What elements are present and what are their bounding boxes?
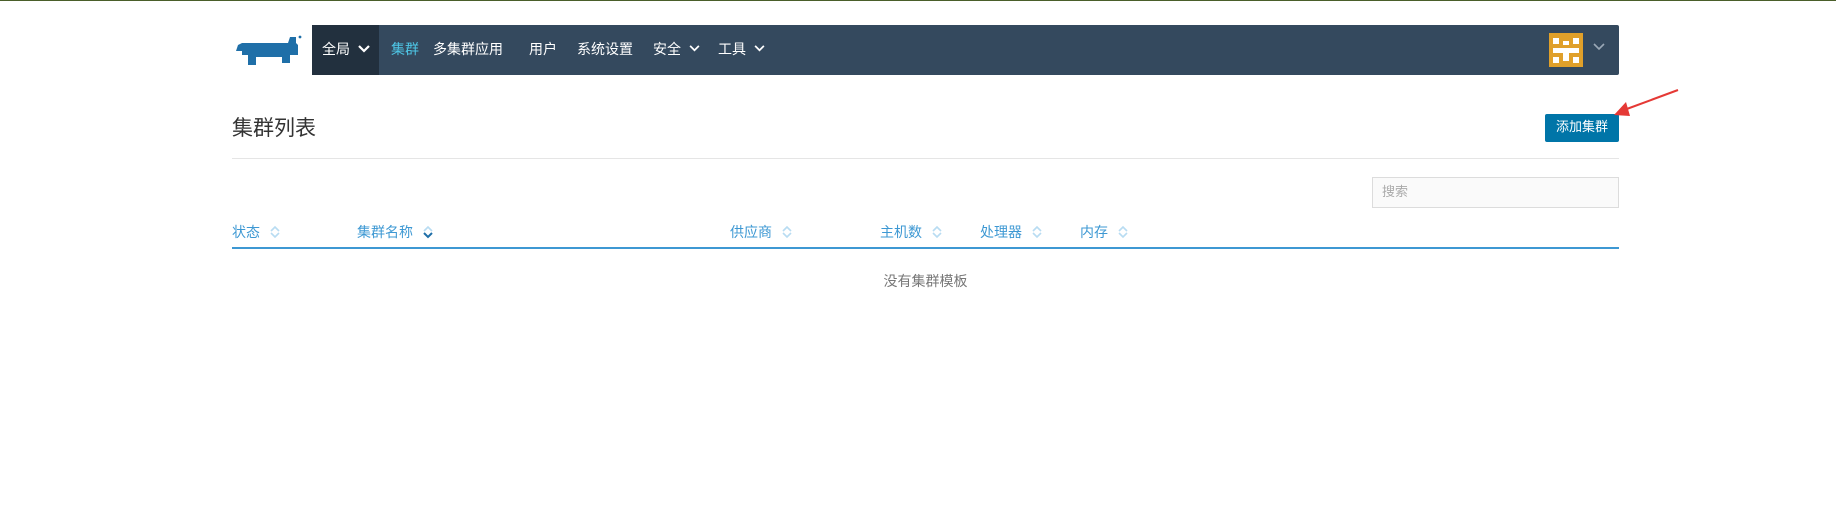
empty-table-message: 没有集群模板: [883, 274, 968, 290]
column-header-label: 集群名称: [357, 225, 413, 241]
chevron-down-icon: [358, 44, 371, 53]
column-header-label: 状态: [232, 225, 260, 241]
chevron-down-icon: [689, 45, 700, 52]
column-header-label: 内存: [1080, 225, 1108, 241]
sort-icon: [782, 225, 793, 239]
nav-item-label: 集群: [391, 42, 419, 58]
column-header-label: 主机数: [880, 225, 922, 241]
column-header-nodes[interactable]: 主机数: [880, 222, 943, 242]
column-header-state[interactable]: 状态: [232, 222, 281, 242]
column-header-memory[interactable]: 内存: [1080, 222, 1129, 242]
chevron-down-icon: [754, 45, 765, 52]
top-border-line: [0, 0, 1836, 1]
sort-icon: [270, 225, 281, 239]
sort-icon: [423, 225, 434, 239]
nav-item-tools[interactable]: 工具: [718, 25, 765, 75]
annotation-arrow: [1614, 89, 1679, 116]
nav-scope-label: 全局: [322, 42, 350, 58]
nav-item-security[interactable]: 安全: [653, 25, 700, 75]
table-header-underline: [232, 247, 1619, 249]
search-input[interactable]: [1372, 177, 1619, 208]
nav-item-label: 系统设置: [577, 42, 633, 58]
page-title: 集群列表: [232, 116, 316, 140]
nav-item-label: 工具: [718, 42, 746, 58]
nav-item-label: 多集群应用: [433, 42, 503, 58]
column-header-cluster-name[interactable]: 集群名称: [357, 222, 434, 242]
nav-item-users[interactable]: 用户: [529, 25, 557, 75]
nav-item-multi-cluster-apps[interactable]: 多集群应用: [433, 25, 503, 75]
nav-scope-dropdown[interactable]: 全局: [312, 25, 379, 75]
chevron-down-icon[interactable]: [1593, 43, 1605, 51]
column-header-label: 供应商: [730, 225, 772, 241]
column-header-provider[interactable]: 供应商: [730, 222, 793, 242]
header: 全局 集群 多集群应用 用户 系统设置 安全 工具: [232, 25, 1619, 75]
sort-icon: [932, 225, 943, 239]
nav-item-clusters[interactable]: 集群: [391, 25, 419, 75]
rancher-logo[interactable]: [232, 33, 302, 69]
nav-item-label: 安全: [653, 42, 681, 58]
top-nav: 全局 集群 多集群应用 用户 系统设置 安全 工具: [312, 25, 1619, 75]
add-cluster-button[interactable]: 添加集群: [1545, 114, 1619, 142]
column-header-label: 处理器: [980, 225, 1022, 241]
column-header-cpu[interactable]: 处理器: [980, 222, 1043, 242]
nav-item-label: 用户: [529, 42, 557, 58]
sort-icon: [1032, 225, 1043, 239]
title-divider: [232, 158, 1619, 159]
user-avatar[interactable]: [1549, 33, 1583, 67]
nav-item-settings[interactable]: 系统设置: [577, 25, 633, 75]
sort-icon: [1118, 225, 1129, 239]
